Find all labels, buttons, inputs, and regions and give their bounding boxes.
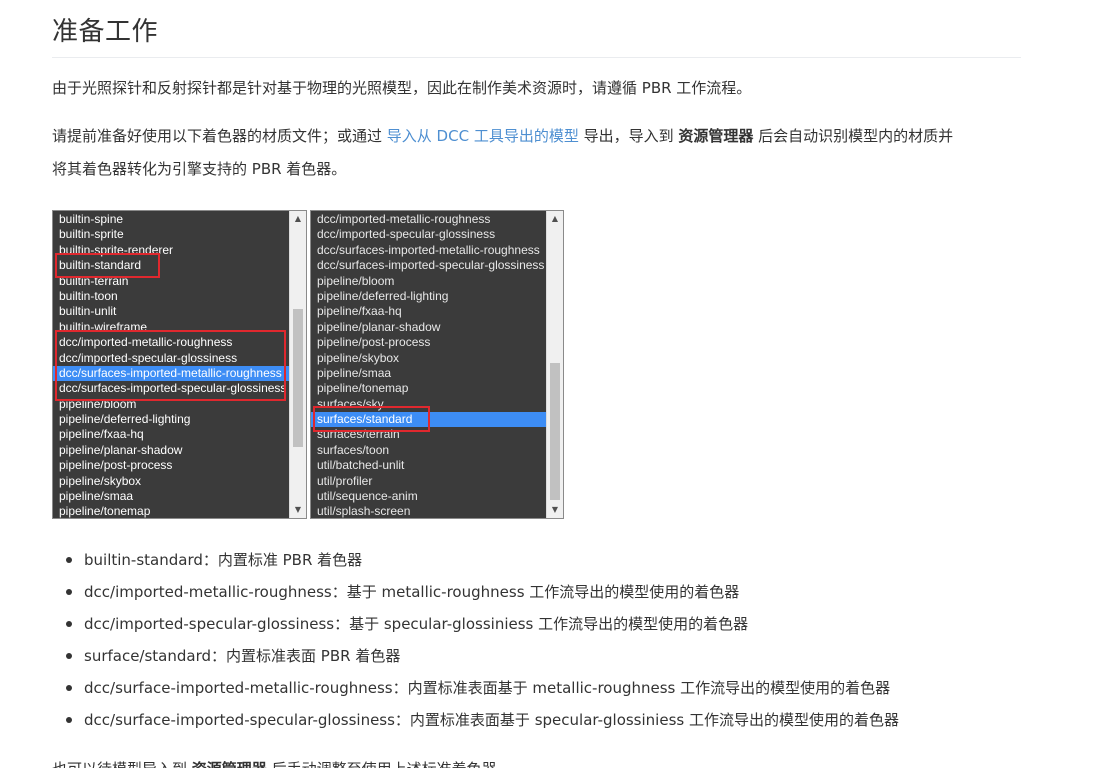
shader-list-right-item[interactable]: pipeline/bloom: [311, 274, 546, 289]
closing-text-2: 后手动调整至使用上述标准着色器。: [267, 760, 512, 768]
shader-list-right-item[interactable]: surfaces/toon: [311, 443, 546, 458]
shader-list-left-item[interactable]: builtin-wireframe: [53, 320, 289, 335]
shader-list-left-item[interactable]: pipeline/planar-shadow: [53, 443, 289, 458]
instructions-paragraph: 请提前准备好使用以下着色器的材质文件；或通过 导入从 DCC 工具导出的模型 导…: [52, 120, 1022, 186]
closing-paragraph: 也可以待模型导入到 资源管理器 后手动调整至使用上述标准着色器。: [52, 753, 1022, 768]
list-item: builtin-standard：内置标准 PBR 着色器: [52, 544, 899, 576]
import-dcc-model-link[interactable]: 导入从 DCC 工具导出的模型: [387, 127, 579, 145]
shader-list-right-item[interactable]: dcc/imported-specular-glossiness: [311, 227, 546, 242]
shader-list-right-item[interactable]: pipeline/fxaa-hq: [311, 304, 546, 319]
shader-list-right-item[interactable]: pipeline/tonemap: [311, 381, 546, 396]
triangle-up-icon[interactable]: ▲: [290, 211, 306, 227]
shader-list-right-item[interactable]: util/sequence-anim: [311, 489, 546, 504]
shader-list-left-item[interactable]: builtin-terrain: [53, 274, 289, 289]
shader-list-right-item[interactable]: dcc/imported-metallic-roughness: [311, 212, 546, 227]
section-heading: 准备工作: [52, 17, 159, 47]
shader-list-left-items: builtin-spine builtin-sprite builtin-sprit…: [53, 212, 289, 518]
shader-list-right-item[interactable]: surfaces/sky: [311, 397, 546, 412]
list-item: dcc/imported-specular-glossiness：基于 spec…: [52, 608, 899, 640]
shader-list-right-item[interactable]: dcc/surfaces-imported-metallic-roughness: [311, 243, 546, 258]
instructions-text-3: 后会自动识别模型内的材质并: [753, 127, 954, 145]
shader-list-right-item[interactable]: surfaces/terrain: [311, 427, 546, 442]
instructions-text-4: 将其着色器转化为引擎支持的 PBR 着色器。: [52, 160, 347, 178]
bullet-dot-icon: [66, 621, 72, 627]
shader-list-left-item[interactable]: dcc/imported-metallic-roughness: [53, 335, 289, 350]
list-item: dcc/surface-imported-specular-glossiness…: [52, 704, 899, 736]
list-item-text: dcc/surface-imported-specular-glossiness…: [84, 711, 899, 729]
shader-list-right-item[interactable]: pipeline/planar-shadow: [311, 320, 546, 335]
shader-list-left-item[interactable]: pipeline/post-process: [53, 458, 289, 473]
shader-list-right-item[interactable]: pipeline/skybox: [311, 351, 546, 366]
shader-listbox-left[interactable]: builtin-spine builtin-sprite builtin-sprit…: [52, 210, 307, 519]
shader-list-left-item[interactable]: pipeline/skybox: [53, 474, 289, 489]
shader-list-right-item[interactable]: pipeline/post-process: [311, 335, 546, 350]
shader-list-left-item[interactable]: builtin-unlit: [53, 304, 289, 319]
list-item-text: surface/standard：内置标准表面 PBR 着色器: [84, 647, 401, 665]
triangle-down-icon[interactable]: ▼: [290, 502, 306, 518]
triangle-up-icon[interactable]: ▲: [547, 211, 563, 227]
triangle-down-icon[interactable]: ▼: [547, 502, 563, 518]
asset-manager-bold: 资源管理器: [678, 127, 754, 145]
shader-list-right-item[interactable]: util/splash-screen: [311, 504, 546, 518]
shader-list-left-item[interactable]: dcc/imported-specular-glossiness: [53, 351, 289, 366]
shader-list-left-item[interactable]: builtin-toon: [53, 289, 289, 304]
list-item-text: dcc/imported-metallic-roughness：基于 metal…: [84, 583, 740, 601]
shader-list-right-item[interactable]: dcc/surfaces-imported-specular-glossines…: [311, 258, 546, 273]
scrollbar-thumb-right[interactable]: [550, 363, 560, 500]
list-item-text: builtin-standard：内置标准 PBR 着色器: [84, 551, 363, 569]
bullet-dot-icon: [66, 685, 72, 691]
closing-text-1: 也可以待模型导入到: [52, 760, 192, 768]
shader-list-left-item[interactable]: pipeline/bloom: [53, 397, 289, 412]
shader-list-left-item[interactable]: pipeline/deferred-lighting: [53, 412, 289, 427]
shader-description-list: builtin-standard：内置标准 PBR 着色器 dcc/importe…: [52, 544, 899, 736]
shader-list-right-items: dcc/imported-metallic-roughness dcc/impor…: [311, 212, 546, 518]
shader-list-right-item[interactable]: surfaces/standard: [311, 412, 546, 428]
instructions-text-1: 请提前准备好使用以下着色器的材质文件；或通过: [52, 127, 387, 145]
list-item: dcc/surface-imported-metallic-roughness：…: [52, 672, 899, 704]
bullet-dot-icon: [66, 717, 72, 723]
list-item: surface/standard：内置标准表面 PBR 着色器: [52, 640, 899, 672]
scrollbar-right[interactable]: ▲ ▼: [546, 211, 563, 518]
closing-asset-manager-bold: 资源管理器: [192, 760, 267, 768]
list-item-text: dcc/surface-imported-metallic-roughness：…: [84, 679, 891, 697]
doc-page: 准备工作 由于光照探针和反射探针都是针对基于物理的光照模型，因此在制作美术资源时…: [0, 0, 1102, 768]
shader-list-left-item[interactable]: dcc/surfaces-imported-specular-glossines…: [53, 381, 289, 396]
shader-list-left-item[interactable]: pipeline/fxaa-hq: [53, 427, 289, 442]
shader-list-right-item[interactable]: pipeline/deferred-lighting: [311, 289, 546, 304]
intro-paragraph: 由于光照探针和反射探针都是针对基于物理的光照模型，因此在制作美术资源时，请遵循 …: [52, 79, 752, 97]
instructions-text-2: 导出，导入到: [578, 127, 679, 145]
bullet-dot-icon: [66, 653, 72, 659]
shader-list-left-item[interactable]: builtin-sprite-renderer: [53, 243, 289, 258]
heading-divider: [52, 57, 1021, 58]
list-item-text: dcc/imported-specular-glossiness：基于 spec…: [84, 615, 749, 633]
shader-list-right-item[interactable]: util/profiler: [311, 474, 546, 489]
bullet-dot-icon: [66, 589, 72, 595]
shader-list-right-item[interactable]: pipeline/smaa: [311, 366, 546, 381]
scrollbar-thumb-left[interactable]: [293, 309, 303, 447]
shader-list-left-item[interactable]: builtin-standard: [53, 258, 289, 273]
bullet-dot-icon: [66, 557, 72, 563]
shader-list-left-item[interactable]: dcc/surfaces-imported-metallic-roughness: [53, 365, 289, 382]
shader-list-left-item[interactable]: builtin-spine: [53, 212, 289, 227]
shader-list-left-item[interactable]: pipeline/smaa: [53, 489, 289, 504]
shader-list-left-item[interactable]: pipeline/tonemap: [53, 504, 289, 518]
shader-list-right-item[interactable]: util/batched-unlit: [311, 458, 546, 473]
list-item: dcc/imported-metallic-roughness：基于 metal…: [52, 576, 899, 608]
scrollbar-left[interactable]: ▲ ▼: [289, 211, 306, 518]
shader-listbox-right[interactable]: dcc/imported-metallic-roughness dcc/impor…: [310, 210, 564, 519]
shader-list-left-item[interactable]: builtin-sprite: [53, 227, 289, 242]
